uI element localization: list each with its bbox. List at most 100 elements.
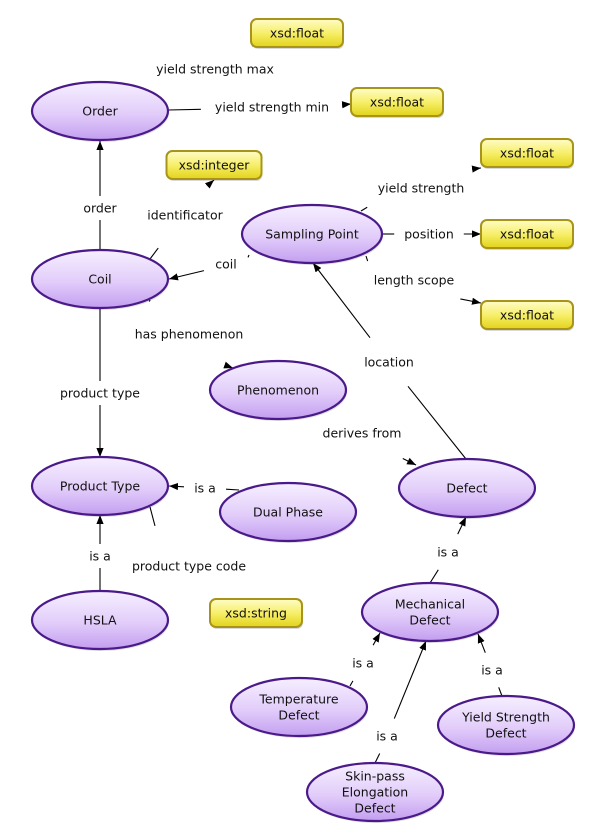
- edge-arrow-segment: [402, 457, 417, 466]
- edge-is-a-temperature-defect: is a: [349, 632, 381, 687]
- edge-label: order: [83, 201, 117, 216]
- edge-line-segment: [247, 254, 250, 258]
- ontology-diagram: yield strength max yield strength min orde…: [30, 18, 576, 823]
- edge-is-a-mechanical-defect: is a: [429, 516, 467, 584]
- edge-label: has phenomenon: [135, 327, 244, 342]
- node-label: xsd:float: [370, 95, 424, 110]
- edge-label: is a: [437, 545, 459, 560]
- edge-line-segment: [374, 753, 381, 764]
- edge-is-a-skinpass-defect: is a: [374, 640, 427, 764]
- edge-yield-strength-min-order: yield strength min: [167, 100, 352, 115]
- literal-node-lit-ysmax[interactable]: xsd:float: [250, 18, 344, 49]
- edge-label: product type code: [132, 559, 246, 574]
- class-node-hsla[interactable]: HSLA: [30, 589, 170, 651]
- edge-line-segment: [498, 687, 503, 697]
- node-label: Defect: [485, 726, 526, 741]
- edge-arrow-segment: [477, 633, 486, 653]
- edge-yield-strength-max-order: yield strength max: [149, 40, 279, 98]
- edge-line-segment: [365, 255, 369, 262]
- node-label: Elongation: [342, 785, 408, 800]
- class-node-order[interactable]: Order: [30, 80, 170, 142]
- node-label: Temperature: [258, 692, 338, 707]
- node-label: xsd:float: [270, 26, 324, 41]
- node-label: Sampling Point: [265, 227, 359, 242]
- literal-node-lit-ysmin[interactable]: xsd:float: [350, 87, 444, 118]
- class-node-mechanical-defect[interactable]: MechanicalDefect: [360, 581, 500, 643]
- edge-line-segment: [167, 108, 201, 111]
- edge-identificator-coil: identificator: [147, 179, 224, 260]
- literal-node-lit-identificator[interactable]: xsd:integer: [165, 150, 263, 181]
- class-node-defect[interactable]: Defect: [397, 457, 537, 519]
- edge-position-sampling-point: position: [382, 227, 481, 242]
- edge-label: position: [404, 227, 454, 242]
- edge-arrow-segment: [312, 262, 371, 338]
- class-node-temperature-defect[interactable]: TemperatureDefect: [229, 676, 369, 738]
- literal-node-lit-length[interactable]: xsd:float: [480, 300, 574, 331]
- class-node-skinpass-defect[interactable]: Skin-passElongationDefect: [305, 761, 445, 823]
- node-label: Phenomenon: [237, 383, 319, 398]
- edge-arrow-segment: [168, 270, 205, 281]
- node-label: xsd:float: [500, 308, 554, 323]
- edge-label: yield strength min: [215, 100, 329, 115]
- literal-node-lit-ptcode[interactable]: xsd:string: [209, 598, 303, 629]
- literal-node-lit-ys[interactable]: xsd:float: [480, 138, 574, 169]
- node-label: xsd:float: [500, 227, 554, 242]
- edge-line-segment: [407, 385, 467, 460]
- edge-label: identificator: [147, 208, 223, 223]
- edge-label: length scope: [374, 273, 455, 288]
- edge-label: is a: [352, 656, 374, 671]
- node-label: Skin-pass: [345, 769, 405, 784]
- edge-arrow-segment: [341, 101, 352, 109]
- node-label: Defect: [409, 613, 450, 628]
- class-node-product-type[interactable]: Product Type: [30, 455, 170, 517]
- node-label: Coil: [88, 272, 111, 287]
- node-label: Defect: [278, 708, 319, 723]
- class-node-coil[interactable]: Coil: [30, 248, 170, 310]
- node-label: Order: [82, 104, 118, 119]
- edge-product-type-coil: product type: [60, 308, 140, 457]
- edge-label: derives from: [323, 426, 402, 441]
- class-node-yield-strength-defect[interactable]: Yield StrengthDefect: [436, 694, 576, 756]
- edge-arrow-segment: [460, 297, 482, 305]
- node-label: Yield Strength: [461, 710, 550, 725]
- edge-line-segment: [149, 506, 156, 527]
- edge-line-segment: [225, 488, 240, 491]
- edge-line-segment: [349, 680, 354, 687]
- node-label: HSLA: [83, 613, 117, 628]
- edge-yield-strength-sampling-point: yield strength: [360, 165, 482, 212]
- edge-label: product type: [60, 386, 140, 401]
- node-label: xsd:float: [500, 146, 554, 161]
- edge-label: is a: [194, 481, 216, 496]
- edge-arrow-segment: [457, 516, 467, 535]
- class-node-dual-phase[interactable]: Dual Phase: [218, 481, 358, 543]
- edge-label: location: [364, 355, 414, 370]
- edge-has-phenomenon-coil: has phenomenon: [135, 299, 244, 369]
- literal-node-lit-position[interactable]: xsd:float: [480, 219, 574, 250]
- node-label: xsd:string: [225, 606, 287, 621]
- edge-label: coil: [215, 257, 236, 272]
- class-node-phenomenon[interactable]: Phenomenon: [208, 359, 348, 421]
- edge-arrow-segment: [471, 165, 482, 173]
- edge-line-segment: [149, 247, 159, 260]
- node-label: Defect: [354, 801, 395, 816]
- edge-arrow-segment: [168, 482, 185, 491]
- edge-label: is a: [89, 549, 111, 564]
- edge-label: yield strength max: [156, 62, 274, 77]
- edge-derives-from-phenomenon: derives from: [321, 407, 417, 466]
- node-label: xsd:integer: [179, 158, 251, 173]
- nodes-layer: Order Coil Sampling Point Phenomenon Product…: [30, 18, 576, 823]
- class-node-sampling-point[interactable]: Sampling Point: [240, 203, 384, 265]
- edge-length-scope-sampling-point: length scope: [365, 255, 482, 305]
- edge-coil-sampling-point: coil: [168, 254, 250, 281]
- edge-arrow-segment: [393, 640, 427, 719]
- node-label: Dual Phase: [253, 505, 323, 520]
- edge-label: is a: [376, 729, 398, 744]
- edge-is-a-dual-phase: is a: [168, 481, 240, 496]
- node-label: Defect: [446, 481, 487, 496]
- node-label: Mechanical: [395, 597, 465, 612]
- edge-is-a-hsla: is a: [89, 515, 111, 591]
- edge-line-segment: [429, 569, 439, 584]
- node-label: Product Type: [60, 479, 140, 494]
- edge-line-segment: [360, 206, 368, 212]
- edge-order-coil: order: [83, 141, 118, 250]
